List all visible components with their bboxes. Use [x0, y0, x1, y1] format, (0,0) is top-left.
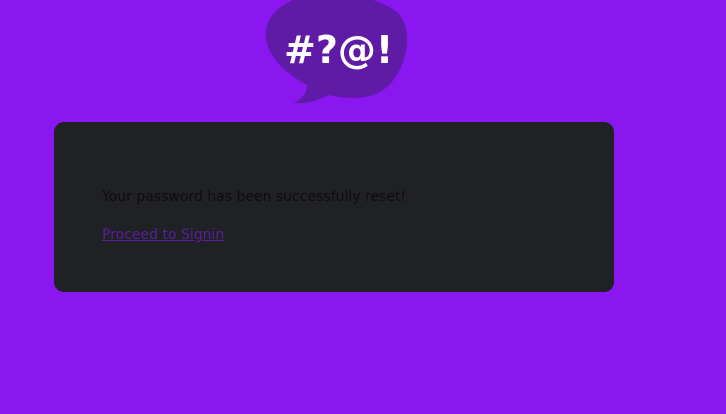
speech-bubble-icon: #?@! — [265, 0, 408, 104]
logo-text: #?@! — [284, 28, 393, 72]
password-reset-card: Your password has been successfully rese… — [54, 122, 614, 292]
app-logo: #?@! — [264, 0, 408, 106]
success-message: Your password has been successfully rese… — [102, 189, 407, 205]
proceed-to-signin-link[interactable]: Proceed to Signin — [102, 226, 224, 244]
